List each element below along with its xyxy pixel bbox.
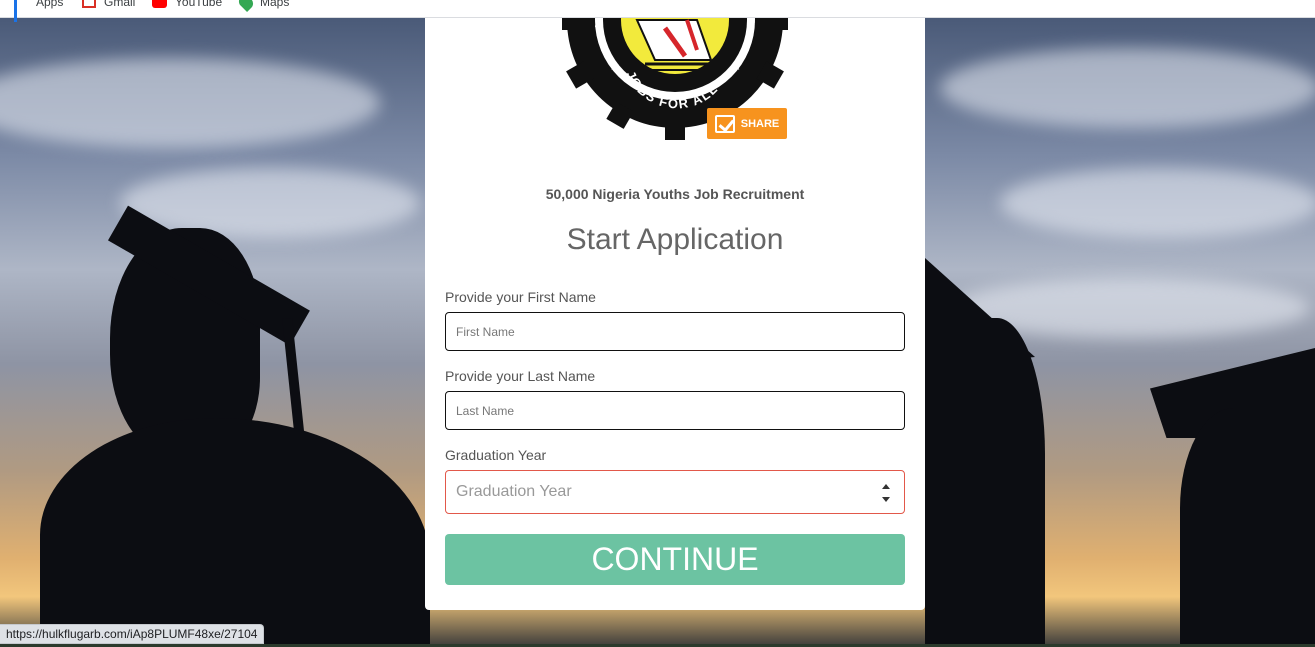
bookmark-maps[interactable]: Maps bbox=[236, 0, 290, 12]
bookmark-label: YouTube bbox=[175, 0, 223, 9]
continue-button[interactable]: CONTINUE bbox=[445, 534, 905, 585]
youtube-icon bbox=[152, 0, 167, 8]
spinner-up-icon[interactable] bbox=[882, 484, 890, 489]
bookmark-label: Maps bbox=[260, 0, 290, 9]
bookmark-youtube[interactable]: YouTube bbox=[152, 0, 222, 11]
bookmarks-bar: Apps Gmail YouTube Maps bbox=[0, 0, 1315, 22]
recruitment-subtitle: 50,000 Nigeria Youths Job Recruitment bbox=[545, 186, 805, 202]
share-label: SHARE bbox=[740, 117, 780, 130]
page-title: Start Application bbox=[566, 223, 784, 256]
graduation-year-input[interactable] bbox=[445, 470, 905, 514]
first-name-label: Provide your First Name bbox=[445, 289, 596, 305]
graduation-year-label: Graduation Year bbox=[445, 447, 547, 463]
year-spinner[interactable] bbox=[879, 484, 893, 502]
bookmark-label: Apps bbox=[36, 0, 64, 9]
maps-icon bbox=[236, 0, 256, 12]
checkbox-share-icon bbox=[714, 114, 735, 133]
svg-text:★: ★ bbox=[609, 59, 620, 73]
apps-grid-icon bbox=[14, 0, 28, 22]
application-card: ★ ★ NATIONAL DIRECTORATE OF EMPLOYMENT J… bbox=[425, 18, 925, 610]
svg-text:★: ★ bbox=[731, 59, 742, 73]
last-name-input[interactable] bbox=[445, 391, 905, 430]
spinner-down-icon[interactable] bbox=[882, 497, 890, 502]
status-bar-url: https://hulkflugarb.com/iAp8PLUMF48xe/27… bbox=[0, 624, 265, 644]
share-button[interactable]: SHARE bbox=[707, 108, 787, 139]
bookmark-apps[interactable]: Apps bbox=[14, 0, 64, 22]
bookmark-label: Gmail bbox=[104, 0, 136, 9]
gmail-icon bbox=[82, 0, 96, 8]
last-name-label: Provide your Last Name bbox=[445, 368, 596, 384]
first-name-input[interactable] bbox=[445, 312, 905, 351]
bookmark-gmail[interactable]: Gmail bbox=[82, 0, 135, 11]
